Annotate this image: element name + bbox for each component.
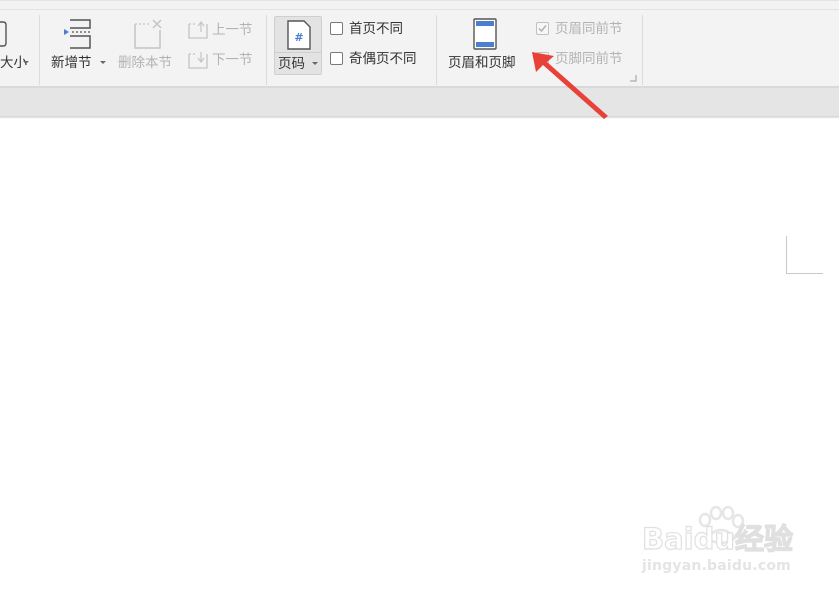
ribbon-toolbar: 大小 新增节 删除本节 上一节 下一节 # 页码 首页不同 奇偶页不同 页眉和页… bbox=[0, 0, 839, 87]
page-corner-mark bbox=[786, 273, 823, 274]
checkbox-box[interactable] bbox=[330, 52, 343, 65]
header-footer-label: 页眉和页脚 bbox=[448, 55, 516, 71]
annotation-arrow bbox=[532, 52, 608, 119]
chevron-down-icon bbox=[100, 61, 106, 64]
size-button[interactable]: 大小 bbox=[0, 15, 36, 77]
first-page-different-checkbox[interactable]: 首页不同 bbox=[330, 20, 420, 40]
group-separator bbox=[642, 15, 643, 85]
ruler-strip bbox=[0, 88, 839, 116]
page-size-icon bbox=[0, 21, 7, 47]
prev-section-button[interactable]: 上一节 bbox=[186, 19, 260, 41]
new-section-label: 新增节 bbox=[51, 55, 92, 71]
delete-section-button[interactable]: 删除本节 bbox=[116, 15, 180, 77]
prev-section-label: 上一节 bbox=[212, 22, 253, 38]
new-section-icon bbox=[64, 19, 91, 49]
page-corner-mark bbox=[786, 236, 787, 274]
first-page-different-label: 首页不同 bbox=[349, 21, 403, 37]
chevron-down-icon bbox=[23, 61, 29, 64]
page-number-button[interactable]: # 页码 bbox=[274, 16, 322, 75]
checkbox-box[interactable] bbox=[536, 22, 549, 35]
header-footer-button[interactable]: 页眉和页脚 bbox=[444, 15, 528, 77]
group-separator bbox=[266, 15, 267, 85]
prev-section-icon bbox=[188, 21, 208, 39]
header-same-as-previous-label: 页眉同前节 bbox=[555, 21, 623, 37]
watermark-brand: Baidu经验 bbox=[641, 521, 794, 556]
odd-even-different-checkbox[interactable]: 奇偶页不同 bbox=[330, 50, 430, 70]
watermark-url: jingyan.baidu.com bbox=[642, 558, 791, 574]
group-separator bbox=[436, 15, 437, 85]
delete-section-label: 删除本节 bbox=[118, 55, 172, 71]
new-section-button[interactable]: 新增节 bbox=[48, 15, 108, 77]
checkbox-box[interactable] bbox=[330, 22, 343, 35]
chevron-down-icon bbox=[312, 62, 318, 65]
next-section-label: 下一节 bbox=[212, 52, 253, 68]
header-footer-icon bbox=[473, 18, 497, 50]
dialog-launcher-icon[interactable] bbox=[630, 75, 637, 82]
watermark: Baidu经验 jingyan.baidu.com bbox=[640, 506, 810, 582]
delete-section-icon bbox=[134, 19, 162, 49]
next-section-button[interactable]: 下一节 bbox=[186, 49, 260, 71]
page-number-label: 页码 bbox=[278, 56, 305, 72]
svg-text:#: # bbox=[294, 31, 303, 44]
header-same-as-previous-checkbox[interactable]: 页眉同前节 bbox=[536, 20, 636, 40]
split-button-divider bbox=[275, 52, 321, 53]
checkmark-icon bbox=[538, 25, 547, 33]
odd-even-different-label: 奇偶页不同 bbox=[349, 51, 417, 67]
next-section-icon bbox=[188, 52, 208, 69]
ribbon-top-line bbox=[0, 9, 839, 10]
group-separator bbox=[39, 15, 40, 85]
page-number-icon: # bbox=[287, 20, 311, 50]
